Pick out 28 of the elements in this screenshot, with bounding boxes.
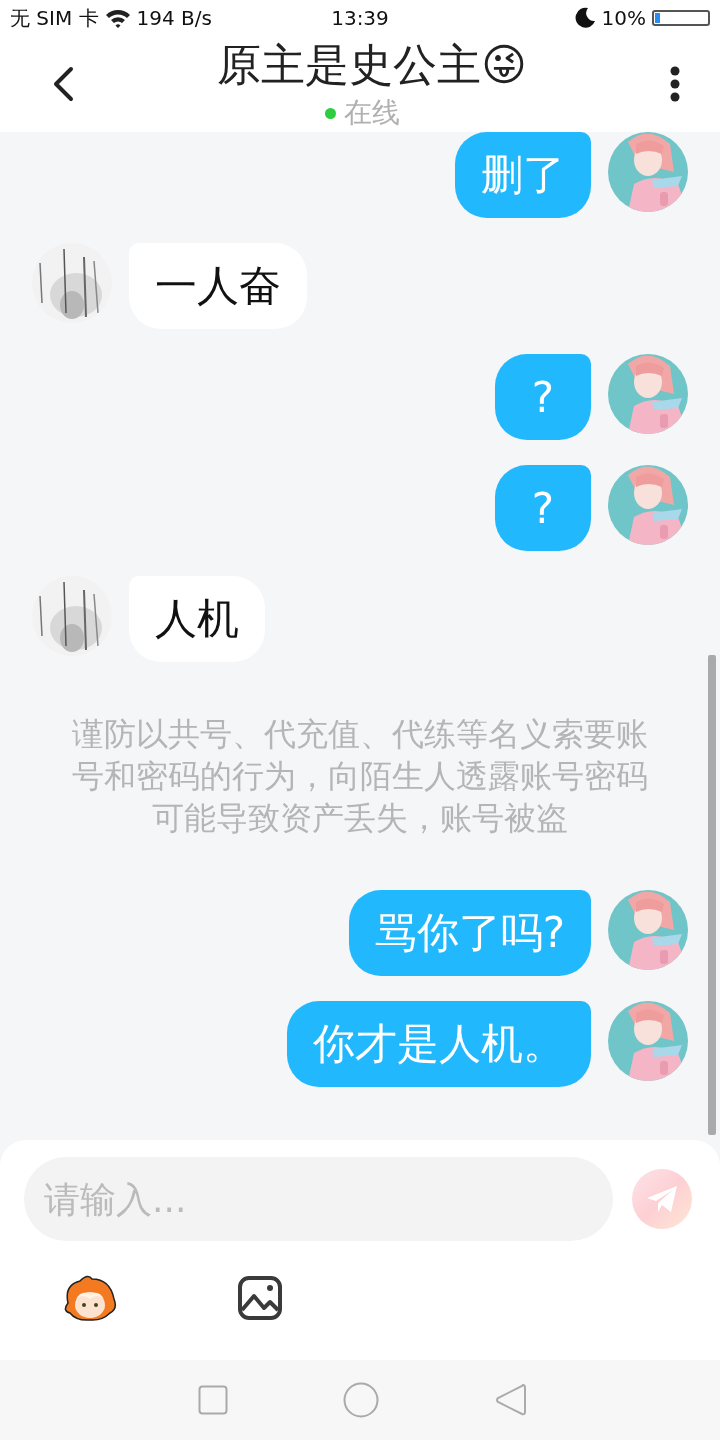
home-icon[interactable] xyxy=(343,1382,380,1418)
message-bubble: 一人奋 xyxy=(129,243,307,329)
message-bubble: 删了 xyxy=(455,132,591,218)
carrier-text: 无 SIM 卡 xyxy=(10,4,99,32)
battery-percent: 10% xyxy=(601,6,646,30)
more-icon[interactable] xyxy=(670,66,680,102)
clock-time: 13:39 xyxy=(331,6,389,30)
back-icon[interactable] xyxy=(52,66,74,102)
recents-icon[interactable] xyxy=(197,1385,228,1415)
message-bubble: 人机 xyxy=(129,576,265,662)
back-nav-icon[interactable] xyxy=(495,1383,528,1417)
network-speed: 194 B/s xyxy=(136,6,212,30)
online-status: 在线 xyxy=(343,95,400,131)
chat-title: 原主是史公主😜 xyxy=(217,38,527,92)
image-icon[interactable] xyxy=(238,1276,282,1320)
moon-icon xyxy=(573,7,596,29)
scrollbar[interactable] xyxy=(708,655,716,1135)
paper-plane-icon xyxy=(645,1184,679,1214)
message-bubble: ? xyxy=(495,354,591,440)
battery-icon xyxy=(652,10,710,26)
mascot-sticker-icon[interactable] xyxy=(62,1275,118,1321)
wifi-icon xyxy=(104,8,131,28)
message-bubble: 你才是人机。 xyxy=(287,1001,591,1087)
message-input[interactable]: 请输入... xyxy=(24,1157,613,1241)
message-bubble: 骂你了吗? xyxy=(348,890,591,976)
message-bubble: ? xyxy=(495,465,591,551)
security-notice: 谨防以共号、代充值、代练等名义索要账号和密码的行为，向陌生人透露账号密码可能导致资产丢失，账号被盗 xyxy=(71,714,649,839)
send-button[interactable] xyxy=(632,1169,692,1229)
